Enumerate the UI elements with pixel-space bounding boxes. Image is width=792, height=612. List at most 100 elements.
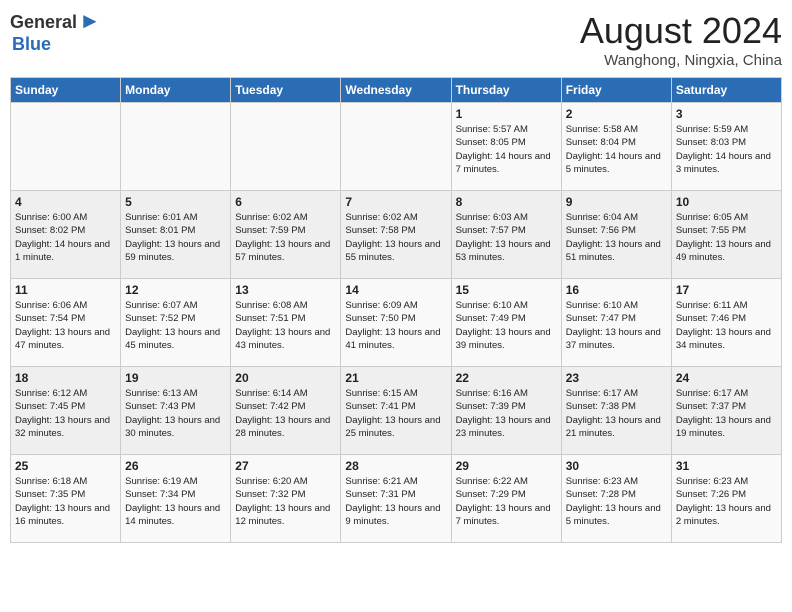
- day-cell: 6 Sunrise: 6:02 AMSunset: 7:59 PMDaylight…: [231, 191, 341, 279]
- weekday-header-row: SundayMondayTuesdayWednesdayThursdayFrid…: [11, 78, 782, 103]
- day-cell: [341, 103, 451, 191]
- day-info: Sunrise: 6:21 AMSunset: 7:31 PMDaylight:…: [345, 475, 446, 528]
- day-info: Sunrise: 6:12 AMSunset: 7:45 PMDaylight:…: [15, 387, 116, 440]
- day-cell: 21 Sunrise: 6:15 AMSunset: 7:41 PMDayligh…: [341, 367, 451, 455]
- day-cell: [231, 103, 341, 191]
- day-info: Sunrise: 6:15 AMSunset: 7:41 PMDaylight:…: [345, 387, 446, 440]
- weekday-header-saturday: Saturday: [671, 78, 781, 103]
- logo-blue-text: Blue: [12, 34, 51, 55]
- weekday-header-wednesday: Wednesday: [341, 78, 451, 103]
- day-number: 8: [456, 195, 557, 209]
- day-number: 4: [15, 195, 116, 209]
- day-info: Sunrise: 5:57 AMSunset: 8:05 PMDaylight:…: [456, 123, 557, 176]
- day-info: Sunrise: 6:02 AMSunset: 7:59 PMDaylight:…: [235, 211, 336, 264]
- day-cell: 8 Sunrise: 6:03 AMSunset: 7:57 PMDaylight…: [451, 191, 561, 279]
- day-number: 24: [676, 371, 777, 385]
- day-info: Sunrise: 6:17 AMSunset: 7:38 PMDaylight:…: [566, 387, 667, 440]
- calendar-table: SundayMondayTuesdayWednesdayThursdayFrid…: [10, 77, 782, 543]
- day-info: Sunrise: 6:01 AMSunset: 8:01 PMDaylight:…: [125, 211, 226, 264]
- weekday-header-monday: Monday: [121, 78, 231, 103]
- title-block: August 2024 Wanghong, Ningxia, China: [580, 10, 782, 69]
- day-info: Sunrise: 6:10 AMSunset: 7:47 PMDaylight:…: [566, 299, 667, 352]
- day-number: 1: [456, 107, 557, 121]
- logo-general-text: General: [10, 12, 77, 33]
- week-row-1: 1 Sunrise: 5:57 AMSunset: 8:05 PMDaylight…: [11, 103, 782, 191]
- day-number: 28: [345, 459, 446, 473]
- day-cell: 13 Sunrise: 6:08 AMSunset: 7:51 PMDayligh…: [231, 279, 341, 367]
- day-number: 25: [15, 459, 116, 473]
- day-cell: 31 Sunrise: 6:23 AMSunset: 7:26 PMDayligh…: [671, 455, 781, 543]
- day-info: Sunrise: 6:08 AMSunset: 7:51 PMDaylight:…: [235, 299, 336, 352]
- location-subtitle: Wanghong, Ningxia, China: [580, 52, 782, 69]
- week-row-5: 25 Sunrise: 6:18 AMSunset: 7:35 PMDayligh…: [11, 455, 782, 543]
- day-cell: 17 Sunrise: 6:11 AMSunset: 7:46 PMDayligh…: [671, 279, 781, 367]
- day-number: 17: [676, 283, 777, 297]
- day-number: 12: [125, 283, 226, 297]
- day-number: 9: [566, 195, 667, 209]
- day-info: Sunrise: 6:14 AMSunset: 7:42 PMDaylight:…: [235, 387, 336, 440]
- day-cell: [11, 103, 121, 191]
- day-info: Sunrise: 6:23 AMSunset: 7:28 PMDaylight:…: [566, 475, 667, 528]
- day-cell: 29Sunrise: 6:22 AMSunset: 7:29 PMDayligh…: [451, 455, 561, 543]
- day-info: Sunrise: 6:22 AMSunset: 7:29 PMDaylight:…: [456, 475, 557, 528]
- day-cell: 9 Sunrise: 6:04 AMSunset: 7:56 PMDaylight…: [561, 191, 671, 279]
- day-info: Sunrise: 6:20 AMSunset: 7:32 PMDaylight:…: [235, 475, 336, 528]
- day-info: Sunrise: 6:10 AMSunset: 7:49 PMDaylight:…: [456, 299, 557, 352]
- weekday-header-sunday: Sunday: [11, 78, 121, 103]
- day-cell: 30 Sunrise: 6:23 AMSunset: 7:28 PMDayligh…: [561, 455, 671, 543]
- day-cell: 26Sunrise: 6:19 AMSunset: 7:34 PMDayligh…: [121, 455, 231, 543]
- logo: General ► Blue: [10, 10, 101, 55]
- page-header: General ► Blue August 2024 Wanghong, Nin…: [10, 10, 782, 69]
- day-info: Sunrise: 6:04 AMSunset: 7:56 PMDaylight:…: [566, 211, 667, 264]
- weekday-header-friday: Friday: [561, 78, 671, 103]
- day-number: 2: [566, 107, 667, 121]
- day-number: 7: [345, 195, 446, 209]
- day-cell: 20 Sunrise: 6:14 AMSunset: 7:42 PMDayligh…: [231, 367, 341, 455]
- day-info: Sunrise: 5:59 AMSunset: 8:03 PMDaylight:…: [676, 123, 777, 176]
- day-cell: 3 Sunrise: 5:59 AMSunset: 8:03 PMDaylight…: [671, 103, 781, 191]
- day-number: 13: [235, 283, 336, 297]
- day-number: 31: [676, 459, 777, 473]
- day-cell: 19Sunrise: 6:13 AMSunset: 7:43 PMDayligh…: [121, 367, 231, 455]
- day-cell: 2Sunrise: 5:58 AMSunset: 8:04 PMDaylight…: [561, 103, 671, 191]
- day-cell: 15 Sunrise: 6:10 AMSunset: 7:49 PMDayligh…: [451, 279, 561, 367]
- logo-arrow-icon: ►: [79, 8, 101, 34]
- day-info: Sunrise: 6:03 AMSunset: 7:57 PMDaylight:…: [456, 211, 557, 264]
- day-info: Sunrise: 6:02 AMSunset: 7:58 PMDaylight:…: [345, 211, 446, 264]
- day-cell: 12 Sunrise: 6:07 AMSunset: 7:52 PMDayligh…: [121, 279, 231, 367]
- day-cell: 18Sunrise: 6:12 AMSunset: 7:45 PMDayligh…: [11, 367, 121, 455]
- day-cell: 23Sunrise: 6:17 AMSunset: 7:38 PMDayligh…: [561, 367, 671, 455]
- day-cell: 22 Sunrise: 6:16 AMSunset: 7:39 PMDayligh…: [451, 367, 561, 455]
- day-cell: 16 Sunrise: 6:10 AMSunset: 7:47 PMDayligh…: [561, 279, 671, 367]
- day-cell: 27Sunrise: 6:20 AMSunset: 7:32 PMDayligh…: [231, 455, 341, 543]
- day-number: 19: [125, 371, 226, 385]
- day-number: 10: [676, 195, 777, 209]
- day-info: Sunrise: 6:11 AMSunset: 7:46 PMDaylight:…: [676, 299, 777, 352]
- day-number: 21: [345, 371, 446, 385]
- day-cell: 7 Sunrise: 6:02 AMSunset: 7:58 PMDaylight…: [341, 191, 451, 279]
- day-number: 16: [566, 283, 667, 297]
- day-number: 15: [456, 283, 557, 297]
- day-info: Sunrise: 6:07 AMSunset: 7:52 PMDaylight:…: [125, 299, 226, 352]
- day-number: 22: [456, 371, 557, 385]
- week-row-4: 18Sunrise: 6:12 AMSunset: 7:45 PMDayligh…: [11, 367, 782, 455]
- weekday-header-tuesday: Tuesday: [231, 78, 341, 103]
- day-number: 20: [235, 371, 336, 385]
- day-cell: 28 Sunrise: 6:21 AMSunset: 7:31 PMDayligh…: [341, 455, 451, 543]
- day-info: Sunrise: 6:16 AMSunset: 7:39 PMDaylight:…: [456, 387, 557, 440]
- day-info: Sunrise: 6:09 AMSunset: 7:50 PMDaylight:…: [345, 299, 446, 352]
- day-info: Sunrise: 6:18 AMSunset: 7:35 PMDaylight:…: [15, 475, 116, 528]
- day-info: Sunrise: 6:17 AMSunset: 7:37 PMDaylight:…: [676, 387, 777, 440]
- day-cell: [121, 103, 231, 191]
- day-number: 3: [676, 107, 777, 121]
- day-info: Sunrise: 6:05 AMSunset: 7:55 PMDaylight:…: [676, 211, 777, 264]
- week-row-2: 4Sunrise: 6:00 AMSunset: 8:02 PMDaylight…: [11, 191, 782, 279]
- day-number: 30: [566, 459, 667, 473]
- day-number: 11: [15, 283, 116, 297]
- weekday-header-thursday: Thursday: [451, 78, 561, 103]
- day-number: 6: [235, 195, 336, 209]
- day-cell: 1 Sunrise: 5:57 AMSunset: 8:05 PMDaylight…: [451, 103, 561, 191]
- day-cell: 11Sunrise: 6:06 AMSunset: 7:54 PMDayligh…: [11, 279, 121, 367]
- day-info: Sunrise: 6:23 AMSunset: 7:26 PMDaylight:…: [676, 475, 777, 528]
- week-row-3: 11Sunrise: 6:06 AMSunset: 7:54 PMDayligh…: [11, 279, 782, 367]
